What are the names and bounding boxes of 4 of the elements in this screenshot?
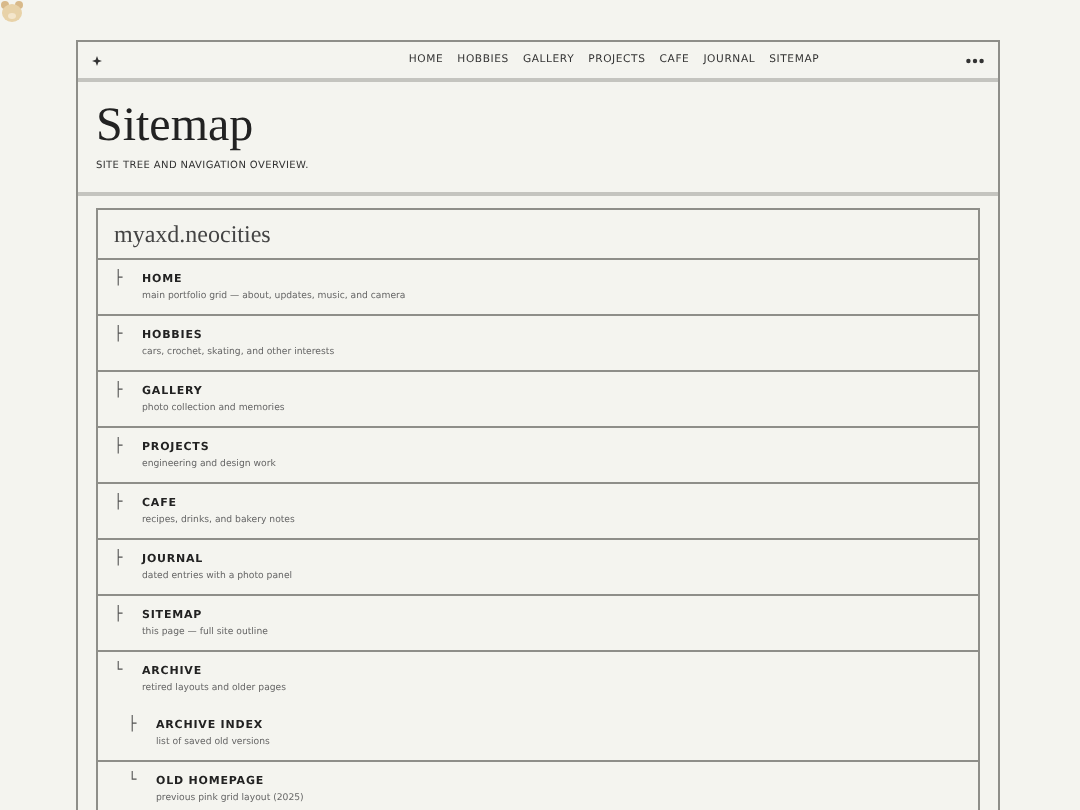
page-title: Sitemap [96,98,256,154]
site-name: myaxd.neocities [98,210,978,260]
star-icon[interactable] [92,55,102,65]
more-icon[interactable] [966,57,984,63]
